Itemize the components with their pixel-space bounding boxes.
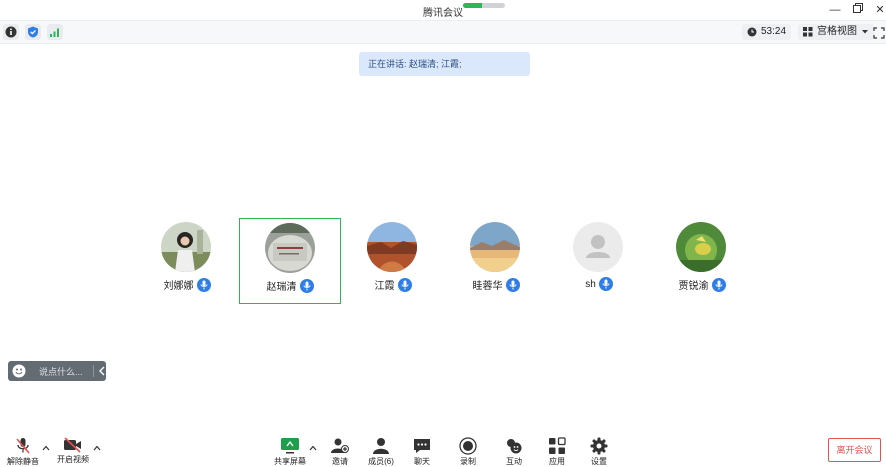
record-icon — [458, 437, 478, 455]
record-button[interactable]: 录制 — [448, 437, 488, 466]
microphone-icon — [505, 277, 520, 292]
participant-name-line: 贾锐渝 — [651, 277, 753, 292]
minimize-icon[interactable]: — — [828, 3, 842, 17]
participant-name-line: 江霞 — [342, 277, 444, 292]
members-icon — [371, 437, 391, 455]
apps-label: 应用 — [549, 457, 565, 466]
chat-placeholder: 说点什么... — [39, 367, 83, 377]
microphone-icon — [299, 278, 314, 293]
invite-label: 邀请 — [332, 457, 348, 466]
view-mode-label: 宫格视图 — [817, 26, 857, 37]
unmute-label: 解除静音 — [7, 457, 39, 466]
unmute-button[interactable]: 解除静音 — [3, 437, 43, 466]
network-indicator-fill — [463, 3, 482, 8]
settings-label: 设置 — [591, 457, 607, 466]
microphone-muted-icon — [13, 437, 33, 455]
avatar — [676, 222, 726, 272]
participant-name-line: 赵瑞清 — [240, 278, 340, 293]
participant-name: 刘娜娜 — [163, 281, 194, 292]
signal-icon[interactable] — [47, 24, 63, 40]
participant-name: 贾锐渝 — [678, 281, 709, 292]
meeting-timer: 53:24 — [742, 24, 792, 40]
microphone-icon — [397, 277, 412, 292]
view-mode-button[interactable]: 宫格视图 — [798, 24, 874, 40]
start-video-button[interactable]: 开启视频 — [53, 437, 93, 465]
window-title: 腾讯会议 — [423, 8, 463, 19]
microphone-icon — [196, 277, 211, 292]
avatar — [470, 222, 520, 272]
restore-icon[interactable] — [851, 3, 865, 17]
grid-icon — [803, 27, 813, 37]
participant-tile[interactable]: 江霞 — [342, 218, 444, 304]
chat-label: 聊天 — [414, 457, 430, 466]
participant-tile[interactable]: 眭蓉华 — [445, 218, 547, 304]
audio-options-chevron-icon[interactable] — [42, 445, 50, 451]
network-indicator — [463, 3, 505, 8]
video-off-icon — [63, 437, 83, 453]
close-icon[interactable]: ✕ — [873, 3, 886, 17]
participant-name: 眭蓉华 — [472, 281, 503, 292]
shield-icon[interactable] — [25, 24, 41, 40]
share-screen-icon — [280, 437, 300, 455]
apps-icon — [547, 437, 567, 455]
microphone-icon — [598, 277, 613, 291]
quick-chat-input[interactable]: 说点什么... — [8, 361, 106, 381]
chat-bubble-icon — [412, 437, 432, 455]
participant-name: sh — [585, 278, 596, 290]
video-options-chevron-icon[interactable] — [93, 445, 101, 451]
members-button[interactable]: 成员(6) — [361, 437, 401, 466]
speaking-banner: 正在讲话: 赵瑞清; 江霞; — [359, 52, 530, 76]
avatar — [367, 222, 417, 272]
share-screen-label: 共享屏幕 — [274, 457, 306, 466]
chat-button[interactable]: 聊天 — [402, 437, 442, 466]
participant-name: 赵瑞清 — [266, 282, 297, 293]
settings-button[interactable]: 设置 — [579, 437, 619, 466]
avatar — [161, 222, 211, 272]
avatar — [265, 223, 315, 273]
participant-tile-active-speaker[interactable]: 赵瑞清 — [239, 218, 341, 304]
participant-tile[interactable]: 刘娜娜 — [136, 218, 238, 304]
emoji-icon[interactable] — [12, 364, 26, 378]
dropdown-icon — [862, 30, 868, 34]
title-bar: 腾讯会议 — ✕ — [0, 0, 886, 20]
clock-icon — [747, 27, 757, 37]
members-label: 成员(6) — [368, 457, 394, 466]
collapse-arrow-icon[interactable] — [98, 366, 106, 376]
microphone-icon — [711, 277, 726, 292]
top-toolbar: 53:24 宫格视图 — [0, 20, 886, 44]
timer-text: 53:24 — [761, 26, 787, 37]
start-video-label: 开启视频 — [57, 455, 89, 464]
divider — [93, 365, 94, 377]
share-options-chevron-icon[interactable] — [309, 445, 317, 451]
interact-icon — [504, 437, 524, 455]
participant-tile[interactable]: sh — [548, 218, 650, 304]
participant-tile[interactable]: 贾锐渝 — [651, 218, 753, 304]
add-user-icon — [330, 437, 350, 455]
fullscreen-icon[interactable] — [873, 26, 885, 39]
participant-name-line: 眭蓉华 — [445, 277, 547, 292]
interact-label: 互动 — [506, 457, 522, 466]
apps-button[interactable]: 应用 — [537, 437, 577, 466]
participant-name: 江霞 — [374, 281, 395, 292]
leave-meeting-button[interactable]: 离开会议 — [828, 438, 881, 462]
participant-name-line: sh — [548, 277, 650, 291]
avatar — [573, 222, 623, 272]
share-screen-button[interactable]: 共享屏幕 — [270, 437, 310, 466]
invite-button[interactable]: 邀请 — [320, 437, 360, 466]
info-icon[interactable] — [3, 24, 19, 40]
gear-icon — [589, 437, 609, 455]
interact-button[interactable]: 互动 — [494, 437, 534, 466]
participant-name-line: 刘娜娜 — [136, 277, 238, 292]
record-label: 录制 — [460, 457, 476, 466]
